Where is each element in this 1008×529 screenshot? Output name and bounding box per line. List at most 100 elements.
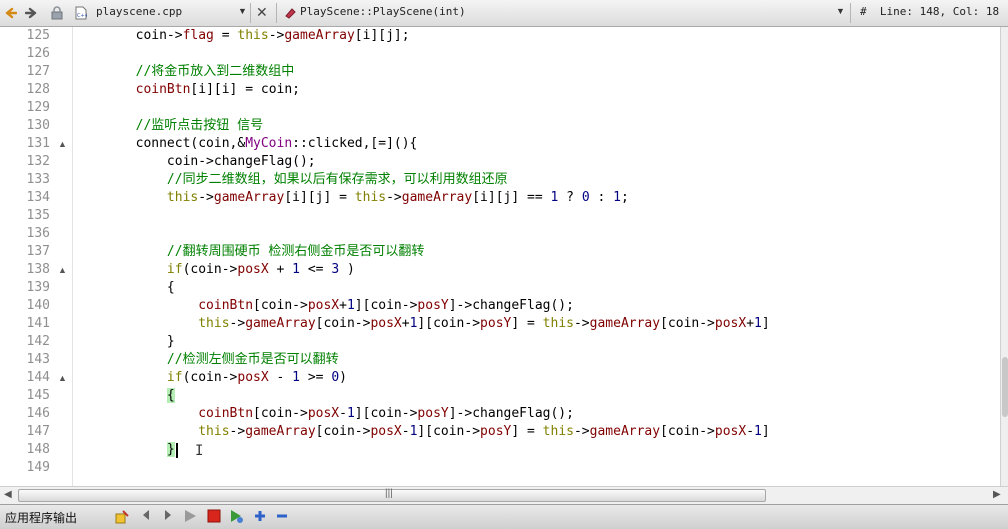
next-item-icon[interactable] bbox=[160, 509, 176, 525]
toolbar-divider bbox=[250, 3, 251, 23]
horizontal-scroll-thumb[interactable]: ||| bbox=[18, 488, 766, 502]
code-token: [coin-> bbox=[253, 298, 308, 313]
code-line[interactable]: //监听点击按钮 信号 bbox=[73, 117, 263, 135]
open-file-name[interactable]: playscene.cpp bbox=[96, 5, 182, 18]
line-number: 137 bbox=[26, 244, 50, 259]
scroll-right-icon[interactable]: ▶ bbox=[993, 489, 1001, 500]
code-token: //将金币放入到二维数组中 bbox=[135, 64, 295, 79]
code-token: ::clicked,[=](){ bbox=[292, 136, 418, 151]
output-pane-title[interactable]: 应用程序输出 bbox=[5, 509, 77, 526]
fold-marker-icon[interactable]: ▲ bbox=[58, 261, 67, 279]
cpp-file-icon: C++ bbox=[74, 4, 88, 22]
code-token: + bbox=[339, 298, 347, 313]
lock-icon[interactable] bbox=[50, 4, 64, 22]
code-line[interactable]: coinBtn[i][i] = coin; bbox=[73, 81, 300, 99]
code-line[interactable]: //翻转周围硬币 检测右侧金币是否可以翻转 bbox=[73, 243, 424, 261]
vertical-scroll-thumb[interactable] bbox=[1002, 357, 1008, 417]
code-token: coinBtn bbox=[198, 406, 254, 421]
code-line[interactable]: } bbox=[73, 441, 175, 459]
clear-output-icon[interactable] bbox=[114, 509, 130, 525]
code-line[interactable]: coin->changeFlag(); bbox=[73, 153, 316, 171]
code-token: : bbox=[589, 190, 614, 205]
svg-text:C++: C++ bbox=[77, 13, 87, 19]
code-token: this bbox=[354, 190, 387, 205]
stop-icon[interactable] bbox=[206, 509, 222, 525]
code-token: posX bbox=[370, 424, 402, 439]
code-token: - bbox=[268, 370, 293, 385]
run-icon[interactable] bbox=[182, 509, 198, 525]
code-token: [coin-> bbox=[315, 424, 371, 439]
attach-debugger-icon[interactable] bbox=[228, 509, 244, 525]
horizontal-scrollbar[interactable]: ◀ ||| ▶ bbox=[0, 486, 1008, 504]
code-token: ] = bbox=[511, 316, 543, 331]
code-token: gameArray bbox=[284, 28, 355, 43]
code-token: this bbox=[237, 28, 269, 43]
close-document-icon[interactable]: ✕ bbox=[256, 4, 268, 21]
navigate-forward-icon[interactable] bbox=[24, 4, 38, 22]
line-number: 145 bbox=[26, 388, 50, 403]
code-token: //翻转周围硬币 检测右侧金币是否可以翻转 bbox=[166, 244, 425, 259]
output-pane-bar: 应用程序输出 bbox=[0, 504, 1008, 529]
code-token: (coin-> bbox=[182, 262, 238, 277]
code-token: -> bbox=[386, 190, 402, 205]
code-token: -> bbox=[229, 316, 246, 331]
code-token: [coin-> bbox=[660, 424, 715, 439]
code-token: if bbox=[166, 262, 183, 277]
code-token: ] bbox=[761, 316, 770, 331]
code-line[interactable]: if(coin->posX - 1 >= 0) bbox=[73, 369, 347, 387]
code-token: [coin-> bbox=[253, 406, 308, 421]
code-token: this bbox=[542, 316, 574, 331]
code-line[interactable]: if(coin->posX + 1 <= 3 ) bbox=[73, 261, 355, 279]
code-token: posX bbox=[714, 316, 747, 331]
file-dropdown-icon[interactable]: ▼ bbox=[238, 6, 247, 16]
code-line[interactable]: this->gameArray[coin->posX+1][coin->posY… bbox=[73, 315, 770, 333]
code-line[interactable]: //检测左侧金币是否可以翻转 bbox=[73, 351, 339, 369]
code-line[interactable]: coinBtn[coin->posX+1][coin->posY]->chang… bbox=[73, 297, 574, 315]
current-symbol[interactable]: PlayScene::PlayScene(int) bbox=[300, 5, 466, 18]
code-token: [i][j] = bbox=[284, 190, 355, 205]
grip-icon: ||| bbox=[385, 488, 393, 499]
code-line[interactable]: //同步二维数组，如果以后有保存需求，可以利用数组还原 bbox=[73, 171, 508, 189]
line-number: 147 bbox=[26, 424, 50, 439]
code-token: + bbox=[746, 316, 755, 331]
code-line[interactable]: coin->flag = this->gameArray[i][j]; bbox=[73, 27, 410, 45]
code-token: -> bbox=[268, 28, 285, 43]
code-line[interactable]: connect(coin,&MyCoin::clicked,[=](){ bbox=[73, 135, 418, 153]
code-line[interactable]: { bbox=[73, 387, 175, 405]
code-token: 1 bbox=[346, 406, 355, 421]
previous-item-icon[interactable] bbox=[138, 509, 154, 525]
zoom-out-icon[interactable] bbox=[274, 509, 290, 525]
navigate-back-icon[interactable] bbox=[4, 4, 18, 22]
zoom-in-icon[interactable] bbox=[252, 509, 268, 525]
line-number: 130 bbox=[26, 118, 50, 133]
fold-marker-icon[interactable]: ▲ bbox=[58, 135, 67, 153]
line-number: 149 bbox=[26, 460, 50, 475]
code-line[interactable]: //将金币放入到二维数组中 bbox=[73, 63, 295, 81]
code-line[interactable]: { bbox=[73, 279, 175, 297]
code-editor[interactable]: coin->flag = this->gameArray[i][j]; //将金… bbox=[73, 27, 1000, 486]
code-token: [coin-> bbox=[660, 316, 715, 331]
line-number: 132 bbox=[26, 154, 50, 169]
symbol-dropdown-icon[interactable]: ▼ bbox=[836, 6, 845, 16]
scroll-left-icon[interactable]: ◀ bbox=[4, 489, 12, 500]
code-token: gameArray bbox=[213, 190, 285, 205]
code-line[interactable]: this->gameArray[i][j] = this->gameArray[… bbox=[73, 189, 629, 207]
fold-marker-icon[interactable]: ▲ bbox=[58, 369, 67, 387]
code-line[interactable]: } bbox=[73, 333, 175, 351]
code-token: coinBtn bbox=[135, 82, 191, 97]
code-token: connect(coin,& bbox=[73, 136, 246, 151]
code-line[interactable]: this->gameArray[coin->posX-1][coin->posY… bbox=[73, 423, 769, 441]
code-token: (coin-> bbox=[182, 370, 238, 385]
code-token: } bbox=[73, 334, 175, 349]
function-symbol-icon bbox=[284, 6, 296, 19]
code-token: this bbox=[198, 424, 230, 439]
code-token: posX bbox=[307, 298, 340, 313]
cursor-position[interactable]: # Line: 148, Col: 18 bbox=[860, 5, 999, 18]
code-token: posX bbox=[714, 424, 747, 439]
vertical-scrollbar[interactable] bbox=[1000, 27, 1008, 486]
code-line[interactable]: coinBtn[coin->posX-1][coin->posY]->chang… bbox=[73, 405, 574, 423]
code-token: ) bbox=[339, 370, 347, 385]
